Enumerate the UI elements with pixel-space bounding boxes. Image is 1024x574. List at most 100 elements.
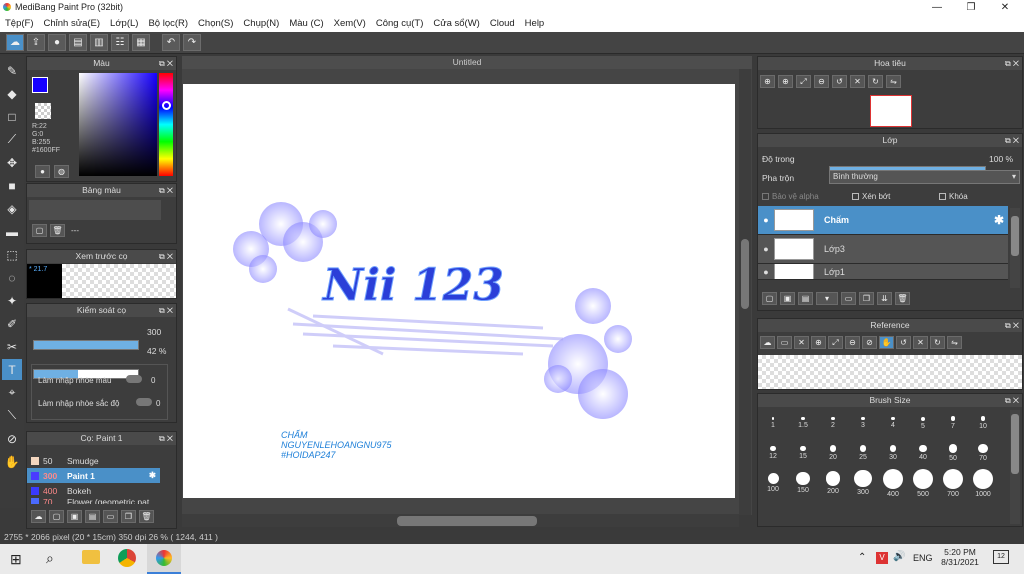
- cloud-icon[interactable]: ☁: [6, 34, 24, 51]
- zoom-in-icon[interactable]: ⊕: [811, 336, 826, 349]
- brush-size-option[interactable]: 30: [878, 438, 908, 468]
- foreground-color-swatch[interactable]: [32, 77, 48, 93]
- gear-icon[interactable]: ✱: [994, 213, 1004, 227]
- brush-size-option[interactable]: 50: [938, 438, 968, 468]
- zoom-in-icon[interactable]: ⊕: [778, 75, 793, 88]
- hand-tool-icon[interactable]: ✋: [2, 451, 22, 472]
- canvas-tab[interactable]: Untitled: [182, 56, 752, 69]
- zoom-out-icon[interactable]: ⊖: [845, 336, 860, 349]
- duplicate-layer-icon[interactable]: ❐: [859, 292, 874, 305]
- layer-row-selected[interactable]: ● Chấm ✱: [758, 206, 1008, 235]
- text-tool-icon[interactable]: T: [2, 359, 22, 380]
- menu-layer[interactable]: Lớp(L): [105, 18, 143, 29]
- eyedropper-icon[interactable]: ⊘: [862, 336, 877, 349]
- document-icon[interactable]: ▥: [90, 34, 108, 51]
- brush-size-option[interactable]: 12: [758, 438, 788, 468]
- reset-view-icon[interactable]: ✕: [850, 75, 865, 88]
- vertical-scrollbar[interactable]: [739, 69, 751, 515]
- menu-tools[interactable]: Công cụ(T): [371, 18, 429, 29]
- language-indicator[interactable]: ENG: [913, 553, 933, 563]
- brush-size-option[interactable]: 2: [818, 408, 848, 438]
- reference-image-area[interactable]: [758, 355, 1022, 389]
- menu-filter[interactable]: Bộ lọc(R): [143, 18, 193, 29]
- brush-list-item[interactable]: 400 Bokeh: [27, 483, 160, 498]
- cloud-download-icon[interactable]: ☁: [31, 509, 46, 523]
- brush-size-option[interactable]: 150: [788, 468, 818, 498]
- magic-wand-tool-icon[interactable]: ✦: [2, 290, 22, 311]
- layer-scrollbar[interactable]: [1010, 208, 1020, 288]
- folder-icon[interactable]: ▭: [103, 509, 118, 523]
- panel-close-icon[interactable]: ⧉ ✕: [1005, 394, 1019, 407]
- hue-handle[interactable]: [162, 101, 171, 110]
- brush-size-option[interactable]: 10: [968, 408, 998, 438]
- close-button[interactable]: ✕: [988, 0, 1022, 14]
- brush-size-option[interactable]: 70: [968, 438, 998, 468]
- brush-size-option[interactable]: 7: [938, 408, 968, 438]
- brush-size-scrollbar[interactable]: [1010, 410, 1020, 524]
- maximize-button[interactable]: ❐: [954, 0, 988, 14]
- blend-mode-select[interactable]: Bình thường ▾: [829, 170, 1020, 184]
- menu-window[interactable]: Cửa sổ(W): [428, 18, 484, 29]
- file-explorer-icon[interactable]: [82, 550, 100, 564]
- zoom-fit-icon[interactable]: ⊕: [760, 75, 775, 88]
- page-icon[interactable]: ▤: [69, 34, 87, 51]
- color-picker-icon[interactable]: ◍: [54, 165, 69, 178]
- hue-slider[interactable]: [159, 73, 173, 176]
- operation-tool-icon[interactable]: ⌖: [2, 382, 22, 403]
- brush-tool-icon[interactable]: ✎: [2, 60, 22, 81]
- medibang-taskbar-button[interactable]: [147, 544, 181, 574]
- comment-icon[interactable]: ●: [48, 34, 66, 51]
- brush-size-slider[interactable]: [33, 340, 139, 350]
- brush-size-option[interactable]: 1000: [968, 468, 998, 498]
- transparent-swatch[interactable]: [35, 103, 51, 119]
- layer-row[interactable]: ● Lớp3: [758, 235, 1008, 264]
- list-icon[interactable]: ☷: [111, 34, 129, 51]
- line-tool-icon[interactable]: ⟋: [2, 129, 22, 150]
- brush-size-option[interactable]: 3: [848, 408, 878, 438]
- speaker-icon[interactable]: 🔊: [893, 551, 905, 562]
- windows-start-icon[interactable]: ⊞: [10, 551, 22, 568]
- eye-icon[interactable]: ●: [758, 215, 774, 225]
- brush-list-item-selected[interactable]: 300 Paint 1 ✱: [27, 468, 160, 483]
- rotate-left-icon[interactable]: ↺: [896, 336, 911, 349]
- menu-snap[interactable]: Chụp(N): [238, 18, 284, 29]
- eye-icon[interactable]: ●: [758, 244, 774, 254]
- flip-icon[interactable]: ⇋: [947, 336, 962, 349]
- select-tool-icon[interactable]: ⬚: [2, 244, 22, 265]
- menu-color[interactable]: Màu (C): [284, 18, 328, 29]
- horizontal-scrollbar[interactable]: [182, 514, 739, 527]
- flip-icon[interactable]: ⇋: [886, 75, 901, 88]
- search-icon[interactable]: ⌕: [46, 550, 54, 567]
- panel-close-icon[interactable]: ⧉ ✕: [159, 184, 173, 197]
- redo-icon[interactable]: ↷: [183, 34, 201, 51]
- color-wheel-icon[interactable]: ●: [35, 165, 50, 178]
- menu-file[interactable]: Tệp(F): [0, 18, 39, 29]
- rotate-right-icon[interactable]: ↻: [930, 336, 945, 349]
- menu-help[interactable]: Help: [520, 18, 550, 29]
- panel-close-icon[interactable]: ⧉ ✕: [159, 57, 173, 70]
- menu-select[interactable]: Chọn(S): [193, 18, 238, 29]
- brush-size-option[interactable]: 100: [758, 468, 788, 498]
- brush-size-option[interactable]: 5: [908, 408, 938, 438]
- blur-color-toggle[interactable]: [126, 375, 142, 383]
- eye-icon[interactable]: ●: [758, 267, 774, 277]
- new-layer-icon[interactable]: ▢: [762, 292, 777, 305]
- brush-size-option[interactable]: 500: [908, 468, 938, 498]
- panel-close-icon[interactable]: ⧉ ✕: [1005, 57, 1019, 70]
- new-palette-icon[interactable]: ▢: [32, 224, 47, 237]
- layer-folder-icon[interactable]: ▭: [841, 292, 856, 305]
- cloud-icon[interactable]: ☁: [760, 336, 775, 349]
- delete-brush-icon[interactable]: 🗑: [139, 509, 154, 523]
- palette-area[interactable]: [29, 200, 161, 220]
- rectangle-tool-icon[interactable]: ■: [2, 175, 22, 196]
- gradient-tool-icon[interactable]: ▬: [2, 221, 22, 242]
- select-pen-tool-icon[interactable]: ✐: [2, 313, 22, 334]
- brush-size-option[interactable]: 15: [788, 438, 818, 468]
- undo-icon[interactable]: ↶: [162, 34, 180, 51]
- upload-icon[interactable]: ⇪: [27, 34, 45, 51]
- add-brush-icon[interactable]: ▣: [67, 509, 82, 523]
- merge-layer-icon[interactable]: ⇊: [877, 292, 892, 305]
- brush-size-option[interactable]: 400: [878, 468, 908, 498]
- fit-window-icon[interactable]: ⤢: [796, 75, 811, 88]
- blur-saturation-toggle[interactable]: [136, 398, 152, 406]
